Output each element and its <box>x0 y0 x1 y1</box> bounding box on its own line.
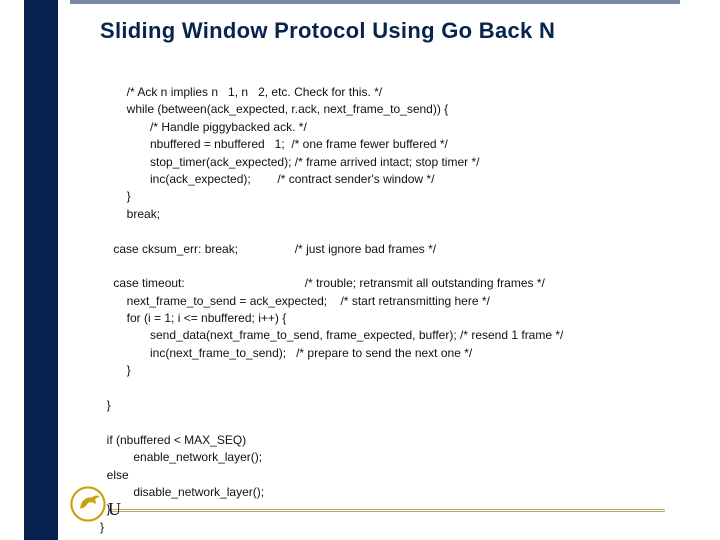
footer-letter: U <box>108 499 121 520</box>
bottom-divider <box>110 509 665 510</box>
page-title: Sliding Window Protocol Using Go Back N <box>100 18 680 44</box>
pegasus-seal-icon <box>70 486 106 522</box>
top-divider <box>70 0 680 4</box>
code-listing: /* Ack n implies n 1, n 2, etc. Check fo… <box>100 84 700 536</box>
left-decorative-stripe <box>24 0 58 540</box>
